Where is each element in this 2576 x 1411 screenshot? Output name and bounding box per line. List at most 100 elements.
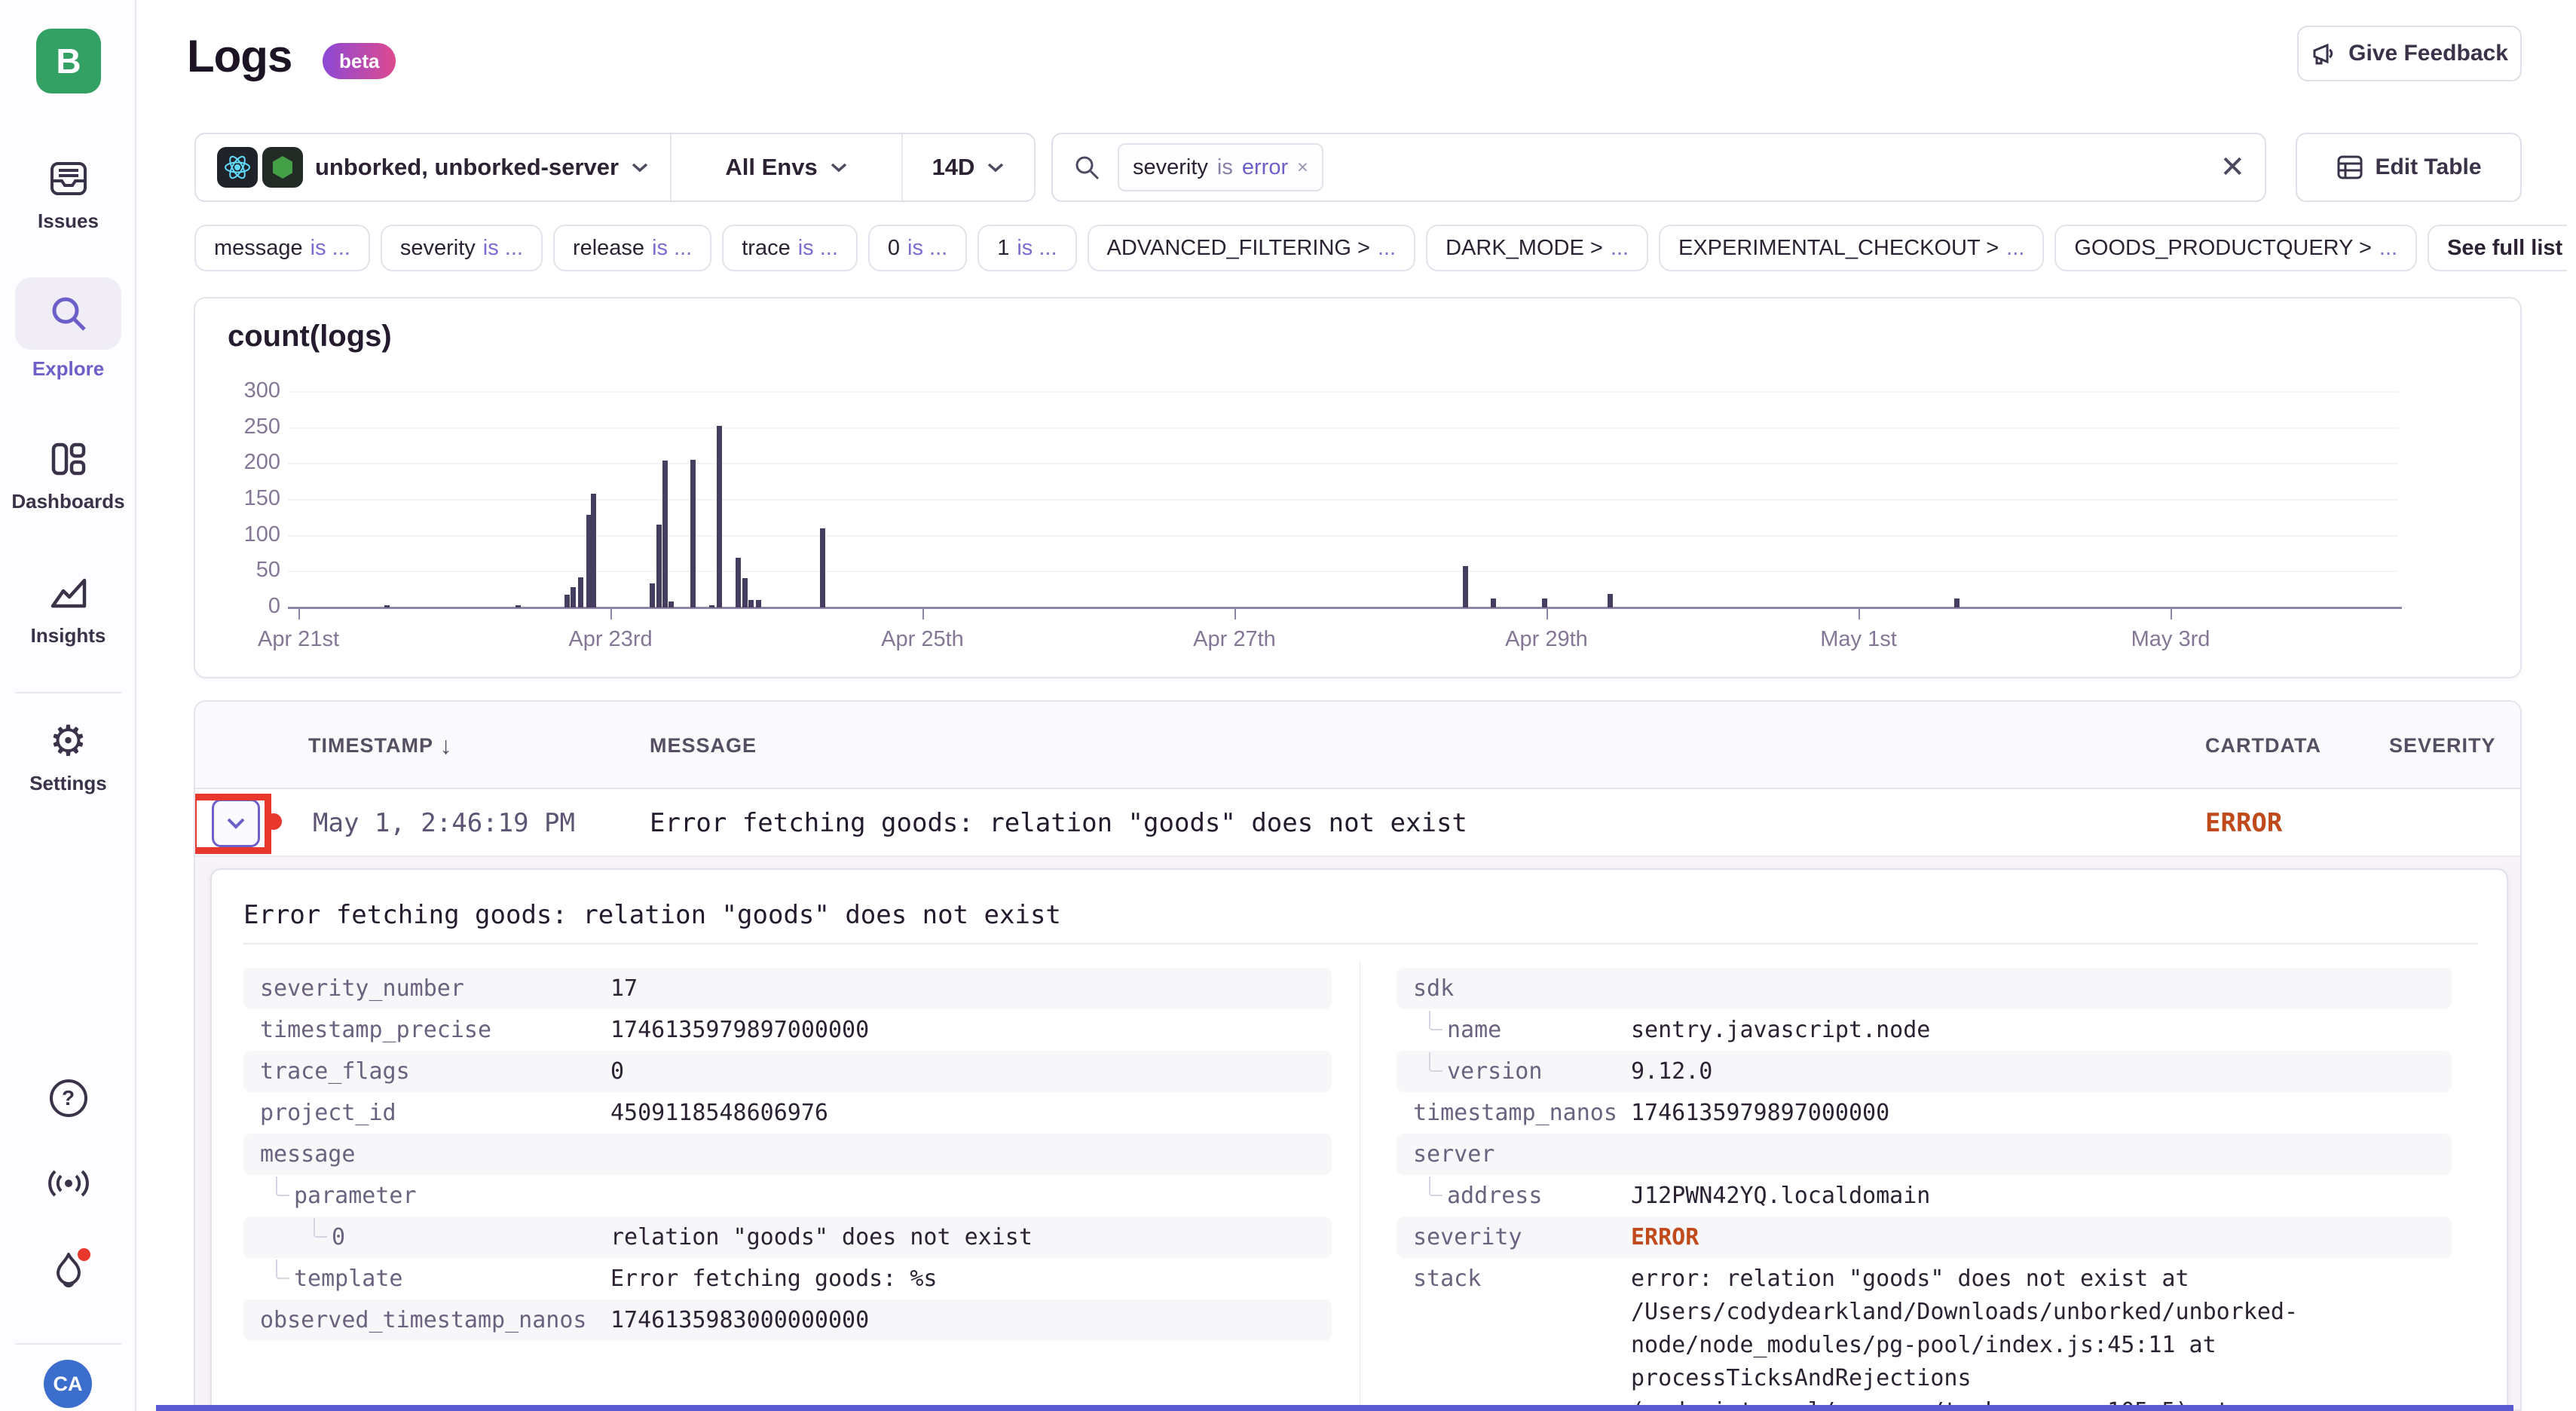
filter-chip-dark-mode[interactable]: DARK_MODE >... [1426,225,1648,271]
detail-attributes-left: severity_number17timestamp_precise174613… [243,968,1332,1341]
environment-selector[interactable]: All Envs [670,134,901,200]
attribute-row-version[interactable]: version9.12.0 [1397,1051,2452,1092]
gridline [288,571,2398,572]
y-axis-tick-label: 150 [213,486,280,511]
attribute-row-address[interactable]: addressJ12PWN42YQ.localdomain [1397,1175,2452,1217]
chart-bar[interactable] [1954,598,1960,608]
x-axis-tick-label: Apr 23rd [528,627,693,652]
attribute-value: 4509118548606976 [610,1092,828,1134]
attribute-row-sdk[interactable]: sdk [1397,968,2452,1009]
column-header-timestamp[interactable]: TIMESTAMP ↓ [308,702,453,789]
filter-chip-release[interactable]: releaseis ... [553,225,711,271]
edit-table-button[interactable]: Edit Table [2296,133,2522,202]
expand-row-button[interactable] [212,799,260,847]
issues-icon [45,155,92,202]
chip-text: trace [742,236,790,261]
search-input[interactable]: severity is error × ✕ [1051,133,2266,202]
attribute-row-timestamp_nanos[interactable]: timestamp_nanos1746135979897000000 [1397,1092,2452,1134]
attribute-value: relation "goods" does not exist [610,1217,1033,1258]
search-filter-token[interactable]: severity is error × [1118,143,1323,191]
attribute-row-stack[interactable]: stackerror: relation "goods" does not ex… [1397,1258,2452,1411]
search-clear-icon[interactable]: ✕ [2220,150,2245,185]
chart-bar[interactable] [578,577,583,608]
filter-chip-1[interactable]: 1is ... [977,225,1076,271]
sidebar-help-button[interactable]: ? [0,1079,136,1117]
logs-count-chart: count(logs) 050100150200250300Apr 21stAp… [194,297,2522,678]
filter-chip-0[interactable]: 0is ... [868,225,967,271]
attribute-row-severity_number[interactable]: severity_number17 [243,968,1332,1009]
chart-bar[interactable] [1463,566,1468,608]
chart-bar[interactable] [571,587,576,608]
attribute-row-trace_flags[interactable]: trace_flags0 [243,1051,1332,1092]
chart-bar[interactable] [742,578,748,608]
chart-bar[interactable] [820,528,825,608]
filter-chip-goods-productquery[interactable]: GOODS_PRODUCTQUERY >... [2054,225,2417,271]
sidebar-broadcast-button[interactable] [0,1168,136,1198]
attribute-row-parameter[interactable]: parameter [243,1175,1332,1217]
filter-chip-advanced-filtering[interactable]: ADVANCED_FILTERING >... [1088,225,1416,271]
table-header: TIMESTAMP ↓ MESSAGE CARTDATA SEVERITY [195,702,2520,789]
chart-bar[interactable] [690,460,696,608]
attribute-row-timestamp_precise[interactable]: timestamp_precise1746135979897000000 [243,1009,1332,1051]
sidebar-item-explore[interactable]: Explore [0,277,136,381]
chart-bar[interactable] [1608,594,1613,608]
attribute-row-0[interactable]: 0 relation "goods" does not exist [243,1217,1332,1258]
chart-bar[interactable] [717,426,722,608]
sidebar-item-issues[interactable]: Issues [0,155,136,233]
attribute-row-observed_timestamp_nanos[interactable]: observed_timestamp_nanos1746135983000000… [243,1299,1332,1341]
chart-bar[interactable] [1542,598,1547,608]
sidebar-item-settings[interactable]: ⚙ Settings [0,718,136,795]
column-header-message[interactable]: MESSAGE [650,702,757,789]
chart-bar[interactable] [1491,598,1496,608]
chart-bar[interactable] [384,605,390,608]
chip-suffix: ... [1611,236,1629,261]
filter-chip-trace[interactable]: traceis ... [722,225,858,271]
attribute-row-name[interactable]: namesentry.javascript.node [1397,1009,2452,1051]
project-selector-label: unborked, unborked-server [315,154,619,181]
node-platform-icon [262,147,303,188]
attribute-value: J12PWN42YQ.localdomain [1631,1175,1930,1217]
column-header-severity[interactable]: SEVERITY [2389,702,2496,789]
attribute-value: 1746135983000000000 [610,1299,869,1341]
chart-bar[interactable] [748,600,754,608]
date-range-label: 14D [932,154,975,181]
attribute-row-message[interactable]: message [243,1134,1332,1175]
log-table-row[interactable]: May 1, 2:46:19 PM Error fetching goods: … [195,789,2520,857]
attribute-key: server [1413,1134,1495,1175]
attribute-row-server[interactable]: server [1397,1134,2452,1175]
chart-bar[interactable] [756,600,761,608]
chart-bar[interactable] [591,494,596,608]
chart-bar[interactable] [656,525,662,608]
attribute-key: 0 [332,1217,345,1258]
attribute-key: parameter [294,1175,417,1217]
search-icon [45,290,92,337]
chart-bar[interactable] [668,601,674,608]
date-range-selector[interactable]: 14D [901,134,1034,200]
org-logo[interactable]: B [36,29,101,93]
filter-chip-message[interactable]: messageis ... [194,225,370,271]
sidebar-whats-new-button[interactable] [0,1251,136,1290]
project-selector[interactable]: unborked, unborked-server [196,134,670,200]
token-remove-icon[interactable]: × [1297,157,1308,179]
filter-chip-see-full-list[interactable]: See full list [2428,225,2567,271]
sort-desc-icon: ↓ [440,732,453,760]
filter-chip-severity[interactable]: severityis ... [381,225,543,271]
sidebar-item-label: Dashboards [11,490,124,513]
chart-bar[interactable] [650,583,655,608]
chart-bar[interactable] [662,461,668,608]
chart-bar[interactable] [736,558,741,608]
filter-chip-experimental-checkout[interactable]: EXPERIMENTAL_CHECKOUT >... [1659,225,2044,271]
logs-page: B Issues Explore Dashboards Insights ⚙ Se… [0,0,2576,1411]
column-header-cartdata[interactable]: CARTDATA [2205,702,2321,789]
attribute-row-project_id[interactable]: project_id4509118548606976 [243,1092,1332,1134]
give-feedback-button[interactable]: Give Feedback [2297,26,2522,81]
user-avatar[interactable]: CA [44,1360,92,1408]
sidebar-item-dashboards[interactable]: Dashboards [0,436,136,513]
attribute-row-severity[interactable]: severityERROR [1397,1217,2452,1258]
chart-bar[interactable] [564,595,570,608]
attribute-row-template[interactable]: templateError fetching goods: %s [243,1258,1332,1299]
chart-bar[interactable] [709,605,714,608]
chart-bar[interactable] [516,605,521,608]
sidebar-item-insights[interactable]: Insights [0,570,136,647]
bottom-scroll-strip[interactable] [156,1405,2513,1411]
